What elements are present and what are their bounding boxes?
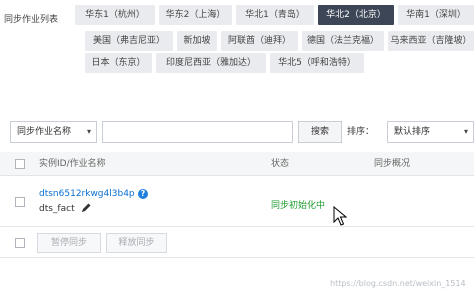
pencil-icon[interactable]	[80, 202, 92, 214]
sort-value: 默认排序	[394, 127, 431, 137]
select-all-checkbox[interactable]	[15, 159, 25, 169]
search-field-select[interactable]: 同步作业名称 ▾	[10, 121, 97, 143]
region-tab[interactable]: 日本（东京）	[85, 53, 152, 73]
search-input[interactable]	[102, 121, 293, 143]
table-header: 实例ID/作业名称 状态 同步概况	[0, 152, 474, 176]
job-list-label: 同步作业列表	[4, 15, 59, 25]
region-tab[interactable]: 华东2（上海）	[159, 5, 232, 25]
region-tab[interactable]: 德国（法兰克福）	[302, 31, 384, 51]
region-tab[interactable]: 华北2（北京）	[318, 5, 394, 25]
sort-label: 排序：	[347, 127, 375, 137]
table-row: dtsn6512rkwg4l3b4p ? dts_fact 同步初始化中	[0, 177, 474, 227]
search-button[interactable]: 搜索	[298, 121, 342, 143]
dropdown-arrow-icon: ▾	[463, 127, 468, 136]
dropdown-arrow-icon: ▾	[86, 127, 91, 136]
region-tab[interactable]: 印度尼西亚（雅加达）	[156, 53, 266, 73]
region-tab[interactable]: 美国（弗吉尼亚）	[85, 31, 173, 51]
release-sync-button[interactable]: 释放同步	[106, 233, 167, 253]
header-status: 状态	[271, 159, 290, 169]
job-id-link[interactable]: dtsn6512rkwg4l3b4p	[39, 189, 135, 199]
sort-select[interactable]: 默认排序 ▾	[387, 121, 474, 143]
pause-sync-button[interactable]: 暂停同步	[37, 233, 101, 253]
info-icon[interactable]: ?	[138, 189, 148, 199]
footer-select-all-checkbox[interactable]	[15, 238, 25, 248]
mouse-cursor-icon	[333, 206, 347, 226]
region-tab[interactable]: 华东1（杭州）	[75, 5, 155, 25]
filter-bar: 同步作业名称 ▾ 搜索 排序： 默认排序 ▾	[0, 121, 474, 145]
job-name: dts_fact	[39, 204, 75, 214]
status-text: 同步初始化中	[271, 201, 326, 211]
region-tab[interactable]: 华北1（青岛）	[236, 5, 314, 25]
region-tab[interactable]: 阿联酋（迪拜）	[221, 31, 298, 51]
row-checkbox[interactable]	[15, 197, 25, 207]
bulk-actions: 暂停同步 释放同步	[0, 228, 474, 258]
watermark: https://blog.csdn.net/weixin_1514	[330, 279, 466, 288]
region-selector: 同步作业列表 华东1（杭州） 华东2（上海） 华北1（青岛） 华北2（北京） 华南1（深…	[0, 0, 474, 80]
region-tab[interactable]: 华南1（深圳）	[398, 5, 474, 25]
search-field-value: 同步作业名称	[17, 127, 72, 137]
region-tab[interactable]: 华北5（呼和浩特）	[270, 53, 364, 73]
region-tab[interactable]: 新加坡	[177, 31, 217, 51]
region-tab[interactable]: 马来西亚（吉隆坡）	[388, 31, 474, 51]
header-overview: 同步概况	[374, 159, 411, 169]
header-id-name: 实例ID/作业名称	[39, 159, 106, 169]
